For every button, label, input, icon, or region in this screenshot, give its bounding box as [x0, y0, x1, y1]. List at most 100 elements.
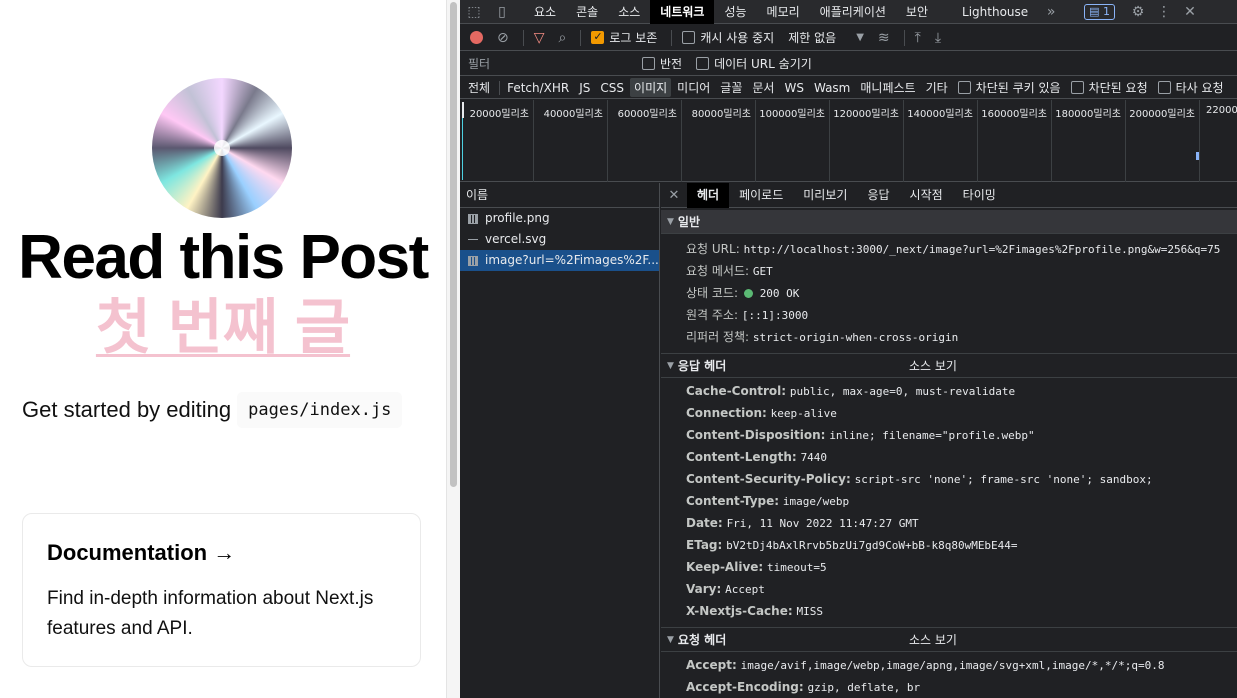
header-row: Content-Type: image/webp — [661, 490, 1237, 512]
detail-tab[interactable]: 시작점 — [900, 183, 953, 208]
request-headers-section-header[interactable]: ▼ 요청 헤더 소스 보기 — [661, 628, 1237, 652]
devtools-tab[interactable]: Lighthouse — [952, 0, 1038, 24]
request-url-row: 요청 URL: http://localhost:3000/_next/imag… — [661, 238, 1237, 260]
status-code-row: 상태 코드: 200 OK — [661, 282, 1237, 304]
more-options-icon[interactable]: ⋮ — [1151, 4, 1177, 20]
response-headers-section-header[interactable]: ▼ 응답 헤더 소스 보기 — [661, 354, 1237, 378]
detail-tab[interactable]: 타이밍 — [953, 183, 1006, 208]
devtools-tab[interactable]: 보안 — [896, 0, 938, 24]
card-text: Find in-depth information about Next.js … — [47, 588, 374, 639]
hide-data-urls-checkbox[interactable] — [696, 57, 710, 70]
description-text: Get started by editing — [22, 397, 232, 422]
expand-triangle-icon: ▼ — [667, 361, 674, 371]
search-icon[interactable]: ⌕ — [559, 30, 567, 46]
settings-gear-icon[interactable]: ⚙ — [1125, 4, 1151, 20]
detail-tab[interactable]: 응답 — [857, 183, 899, 208]
filter-funnel-icon[interactable]: ▽ — [534, 30, 545, 46]
preserve-log-checkbox[interactable] — [591, 30, 605, 44]
request-detail-panel: ✕ 헤더 페이로드 미리보기 응답 시작점 타이밍 ▼ 일반 요청 URL: http:/… — [661, 182, 1237, 698]
request-row[interactable]: vercel.svg — [460, 229, 659, 250]
type-filter-button[interactable]: JS — [575, 80, 594, 96]
import-har-icon[interactable]: ⤒ — [915, 30, 921, 46]
devtools-tab[interactable]: 콘솔 — [566, 0, 608, 24]
description: Get started by editing pages/index.js — [22, 390, 403, 430]
inspect-element-icon[interactable]: ⬚ — [460, 4, 488, 20]
devtools-tab[interactable]: 요소 — [524, 0, 566, 24]
header-key: Cache-Control: — [686, 384, 787, 398]
type-filter-checkbox[interactable] — [957, 81, 971, 94]
timeline-tick-label: 180000밀리초 — [1052, 100, 1126, 182]
name-column-header[interactable]: 이름 — [460, 183, 659, 208]
general-section-header[interactable]: ▼ 일반 — [661, 210, 1237, 234]
filter-input[interactable]: 필터 — [464, 54, 634, 74]
documentation-card[interactable]: Documentation → Find in-depth informatio… — [22, 513, 421, 667]
invert-label: 반전 — [660, 57, 683, 71]
close-detail-icon[interactable]: ✕ — [661, 188, 687, 203]
record-button[interactable] — [470, 31, 483, 44]
network-toolbar: ⊘ ▽ ⌕ 로그 보존 캐시 사용 중지 제한 없음 ▼ ≋ ⤒ ⤓ — [460, 25, 1237, 51]
throttling-select[interactable]: 제한 없음 — [788, 29, 836, 46]
devtools-tab[interactable]: 메모리 — [757, 0, 810, 24]
network-overview-timeline[interactable]: 20000밀리초 40000밀리초 60000밀리초 80000밀리초 100000밀리… — [460, 100, 1237, 182]
type-filter-button[interactable]: 매니페스트 — [856, 78, 919, 97]
type-filter-button[interactable]: Fetch/XHR — [503, 80, 573, 96]
devtools-tab[interactable]: 네트워크 — [650, 0, 715, 24]
issues-badge[interactable]: ▤ 1 — [1084, 3, 1116, 20]
request-method-row: 요청 메서드: GET — [661, 260, 1237, 282]
devtools-tabs: 요소 콘솔 소스 네트워크 성능 메모리 애플리케이션 보안 Lighthouse — [524, 0, 1038, 24]
response-view-source-link[interactable]: 소스 보기 — [909, 354, 957, 378]
request-rows: profile.png vercel.svg image?url=%2Fimages… — [460, 208, 659, 271]
request-name: image?url=%2Fimages%2F... — [485, 253, 659, 267]
devtools-tab[interactable]: 성능 — [714, 0, 756, 24]
request-headers-title: 요청 헤더 — [677, 633, 727, 647]
request-url-key: 요청 URL: — [686, 242, 740, 256]
scrollbar-thumb[interactable] — [450, 2, 457, 487]
header-key: Content-Length: — [686, 450, 797, 464]
disable-cache-label: 캐시 사용 중지 — [700, 31, 775, 45]
timeline-tick-label: 160000밀리초 — [978, 100, 1052, 182]
detail-tab[interactable]: 페이로드 — [729, 183, 793, 208]
header-value: bV2tDj4bAxlRrvb5bzUi7gd9CoW+bB-k8q80wMEb… — [726, 539, 1018, 552]
header-row: Keep-Alive: timeout=5 — [661, 556, 1237, 578]
chevron-down-icon[interactable]: ▼ — [856, 32, 864, 43]
type-filter-button[interactable]: WS — [780, 80, 807, 96]
request-row[interactable]: profile.png — [460, 208, 659, 229]
type-buttons: 전체 Fetch/XHR JS CSS 이미지 미디어 글꼴 문서 WS Wasm 매니페스트 기타 — [464, 78, 954, 97]
request-view-source-link[interactable]: 소스 보기 — [909, 628, 957, 652]
device-toolbar-icon[interactable]: ▯ — [488, 4, 516, 20]
type-filter-button[interactable]: 문서 — [748, 78, 778, 97]
type-filter-button[interactable]: Wasm — [810, 80, 854, 96]
type-filter-checkbox[interactable] — [1070, 81, 1084, 94]
devtools-tab[interactable]: 소스 — [608, 0, 650, 24]
header-row: X-Nextjs-Cache: MISS — [661, 600, 1237, 622]
type-filter-button[interactable]: 전체 — [464, 78, 494, 97]
header-value: 7440 — [800, 451, 828, 464]
referrer-policy-value: strict-origin-when-cross-origin — [752, 331, 959, 344]
type-filter-button[interactable]: 기타 — [922, 78, 952, 97]
detail-tab[interactable]: 헤더 — [687, 182, 730, 208]
header-value: script-src 'none'; frame-src 'none'; san… — [854, 473, 1153, 486]
response-headers-title: 응답 헤더 — [677, 359, 727, 373]
page-scrollbar[interactable] — [446, 0, 460, 698]
general-section: 요청 URL: http://localhost:3000/_next/imag… — [661, 234, 1237, 348]
devtools-tab[interactable]: 애플리케이션 — [810, 0, 896, 24]
remote-address-key: 원격 주소: — [686, 308, 739, 322]
invert-checkbox[interactable] — [642, 57, 655, 70]
close-devtools-icon[interactable]: ✕ — [1177, 4, 1203, 20]
type-filter-checkbox[interactable] — [1157, 81, 1171, 94]
header-row: Cache-Control: public, max-age=0, must-r… — [661, 380, 1237, 402]
more-tabs-icon[interactable]: » — [1038, 4, 1064, 20]
clear-icon[interactable]: ⊘ — [497, 30, 509, 46]
type-filter-button[interactable]: 미디어 — [673, 78, 714, 97]
expand-triangle-icon: ▼ — [667, 635, 674, 645]
type-filter-button[interactable]: 이미지 — [630, 78, 672, 97]
network-conditions-icon[interactable]: ≋ — [878, 30, 890, 46]
detail-tab[interactable]: 미리보기 — [793, 183, 857, 208]
request-row[interactable]: image?url=%2Fimages%2F... — [460, 250, 659, 271]
export-har-icon[interactable]: ⤓ — [935, 30, 941, 46]
type-filter-checkbox-label: 차단된 요청 — [1088, 81, 1148, 95]
type-filter-button[interactable]: 글꼴 — [716, 78, 746, 97]
type-filter-button[interactable]: CSS — [596, 80, 628, 96]
first-post-link[interactable]: 첫 번째 글 — [0, 292, 446, 364]
disable-cache-checkbox[interactable] — [682, 31, 696, 44]
